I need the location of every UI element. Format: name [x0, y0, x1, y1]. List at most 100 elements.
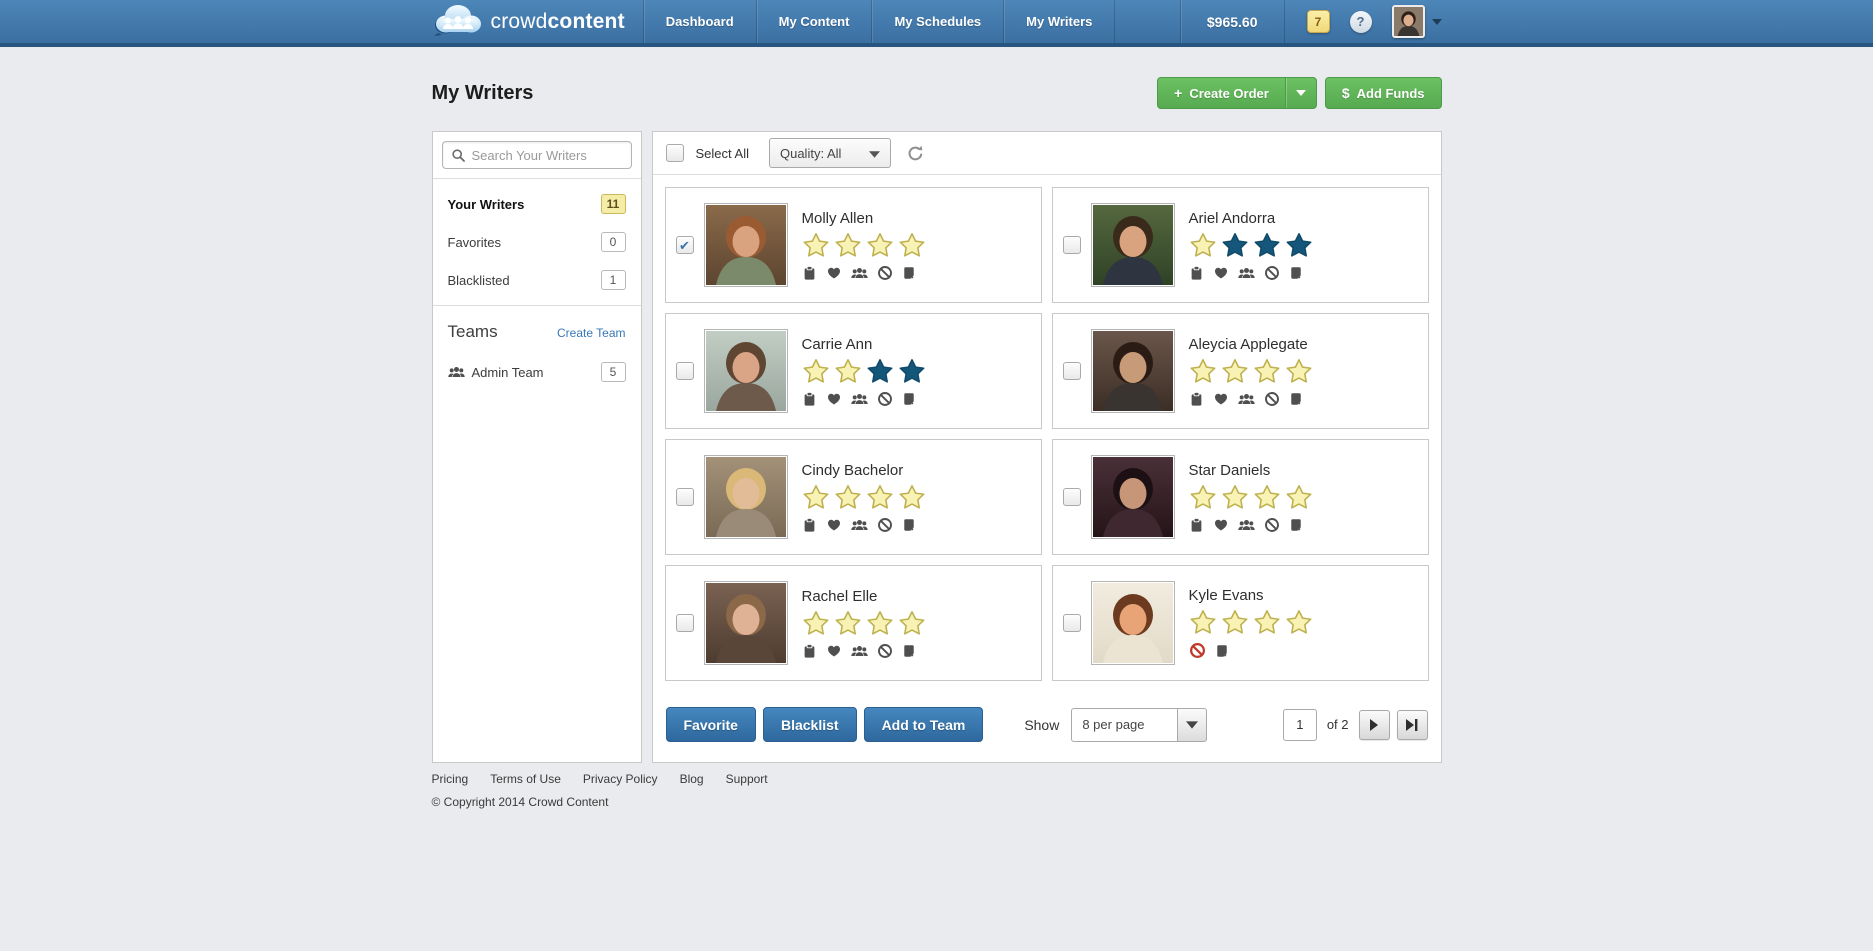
sidebar-team-item[interactable]: Admin Team 5 — [433, 352, 641, 392]
clipboard-icon[interactable] — [802, 517, 817, 533]
writer-name[interactable]: Star Daniels — [1189, 462, 1313, 479]
clipboard-icon[interactable] — [1189, 265, 1204, 281]
create-order-button[interactable]: + Create Order — [1157, 77, 1317, 109]
notifications-badge[interactable]: 7 — [1307, 10, 1330, 33]
writer-checkbox[interactable] — [1063, 236, 1081, 254]
sidebar-filter-favorites[interactable]: Favorites 0 — [433, 223, 641, 261]
writer-photo[interactable] — [704, 329, 788, 413]
writer-name[interactable]: Kyle Evans — [1189, 587, 1313, 604]
top-navigation-bar: crowdcontent DashboardMy ContentMy Sched… — [0, 0, 1873, 47]
clipboard-icon[interactable] — [802, 391, 817, 407]
nav-item-my-schedules[interactable]: My Schedules — [871, 0, 1003, 43]
writer-name[interactable]: Aleycia Applegate — [1189, 336, 1313, 353]
sidebar-filter-label: Blacklisted — [448, 273, 510, 288]
users-icon[interactable] — [1238, 517, 1255, 532]
nav-item-dashboard[interactable]: Dashboard — [643, 0, 756, 43]
writer-checkbox[interactable] — [676, 362, 694, 380]
note-icon[interactable] — [902, 517, 916, 533]
crowd-content-logo[interactable]: crowdcontent — [432, 0, 643, 43]
writer-checkbox[interactable] — [676, 614, 694, 632]
add-funds-button[interactable]: $ Add Funds — [1325, 77, 1442, 109]
note-icon[interactable] — [902, 643, 916, 659]
footer-link-support[interactable]: Support — [726, 772, 768, 786]
ban-icon[interactable] — [1264, 265, 1280, 281]
clipboard-icon[interactable] — [802, 265, 817, 281]
last-page-button[interactable] — [1397, 710, 1428, 740]
create-order-dropdown-button[interactable] — [1285, 78, 1316, 108]
note-icon[interactable] — [1289, 391, 1303, 407]
ban-icon[interactable] — [877, 643, 893, 659]
writer-checkbox[interactable] — [676, 488, 694, 506]
nav-item-my-content[interactable]: My Content — [756, 0, 872, 43]
heart-icon[interactable] — [826, 643, 842, 658]
quality-filter-dropdown[interactable]: Quality: All — [769, 138, 891, 168]
heart-icon[interactable] — [1213, 391, 1229, 406]
page-number-input[interactable] — [1283, 709, 1317, 741]
heart-icon[interactable] — [1213, 265, 1229, 280]
search-input[interactable] — [472, 148, 648, 163]
per-page-dropdown[interactable]: 8 per page — [1071, 708, 1207, 742]
create-team-link[interactable]: Create Team — [557, 326, 625, 340]
nav-item-my-writers[interactable]: My Writers — [1003, 0, 1115, 43]
note-icon[interactable] — [1289, 517, 1303, 533]
footer-link-privacy-policy[interactable]: Privacy Policy — [583, 772, 658, 786]
sidebar-filter-your-writers[interactable]: Your Writers 11 — [433, 185, 641, 223]
ban-icon[interactable] — [877, 517, 893, 533]
clipboard-icon[interactable] — [1189, 517, 1204, 533]
users-icon[interactable] — [1238, 391, 1255, 406]
writer-name[interactable]: Carrie Ann — [802, 336, 926, 353]
writer-checkbox[interactable] — [1063, 488, 1081, 506]
writer-checkbox[interactable] — [1063, 614, 1081, 632]
writer-photo[interactable] — [704, 203, 788, 287]
select-all-checkbox[interactable] — [666, 144, 684, 162]
help-icon[interactable]: ? — [1350, 11, 1372, 33]
user-menu[interactable] — [1392, 5, 1442, 38]
note-icon[interactable] — [1215, 643, 1229, 659]
users-icon[interactable] — [851, 265, 868, 280]
ban-icon[interactable] — [877, 391, 893, 407]
writer-photo[interactable] — [704, 581, 788, 665]
ban-icon[interactable] — [1264, 517, 1280, 533]
writer-name[interactable]: Molly Allen — [802, 210, 926, 227]
writer-name[interactable]: Rachel Elle — [802, 588, 926, 605]
writer-checkbox[interactable] — [1063, 362, 1081, 380]
note-icon[interactable] — [1289, 265, 1303, 281]
ban-icon[interactable] — [877, 265, 893, 281]
account-balance[interactable]: $965.60 — [1180, 0, 1285, 43]
ban-icon[interactable] — [1264, 391, 1280, 407]
clipboard-icon[interactable] — [1189, 391, 1204, 407]
writer-photo[interactable] — [1091, 203, 1175, 287]
users-icon[interactable] — [1238, 265, 1255, 280]
writer-photo[interactable] — [1091, 455, 1175, 539]
sidebar-filter-blacklisted[interactable]: Blacklisted 1 — [433, 261, 641, 299]
writer-action-icons — [802, 265, 926, 281]
refresh-icon[interactable] — [907, 145, 924, 162]
writer-card: Ariel Andorra — [1052, 187, 1429, 303]
writer-photo[interactable] — [1091, 581, 1175, 665]
users-icon[interactable] — [851, 517, 868, 532]
clipboard-icon[interactable] — [802, 643, 817, 659]
writer-photo[interactable] — [704, 455, 788, 539]
next-page-button[interactable] — [1359, 710, 1390, 740]
writer-name[interactable]: Ariel Andorra — [1189, 210, 1313, 227]
writer-name[interactable]: Cindy Bachelor — [802, 462, 926, 479]
writer-photo[interactable] — [1091, 329, 1175, 413]
plus-icon: + — [1174, 85, 1182, 101]
blacklist-button[interactable]: Blacklist — [763, 707, 857, 742]
users-icon[interactable] — [851, 643, 868, 658]
note-icon[interactable] — [902, 391, 916, 407]
note-icon[interactable] — [902, 265, 916, 281]
heart-icon[interactable] — [826, 391, 842, 406]
users-icon[interactable] — [851, 391, 868, 406]
favorite-button[interactable]: Favorite — [666, 707, 756, 742]
footer-link-blog[interactable]: Blog — [680, 772, 704, 786]
ban-icon[interactable] — [1189, 642, 1206, 659]
heart-icon[interactable] — [1213, 517, 1229, 532]
select-all-label[interactable]: Select All — [696, 146, 749, 161]
heart-icon[interactable] — [826, 265, 842, 280]
footer-link-terms-of-use[interactable]: Terms of Use — [490, 772, 561, 786]
heart-icon[interactable] — [826, 517, 842, 532]
footer-link-pricing[interactable]: Pricing — [432, 772, 469, 786]
add-to-team-button[interactable]: Add to Team — [864, 707, 984, 742]
writer-checkbox[interactable] — [676, 236, 694, 254]
